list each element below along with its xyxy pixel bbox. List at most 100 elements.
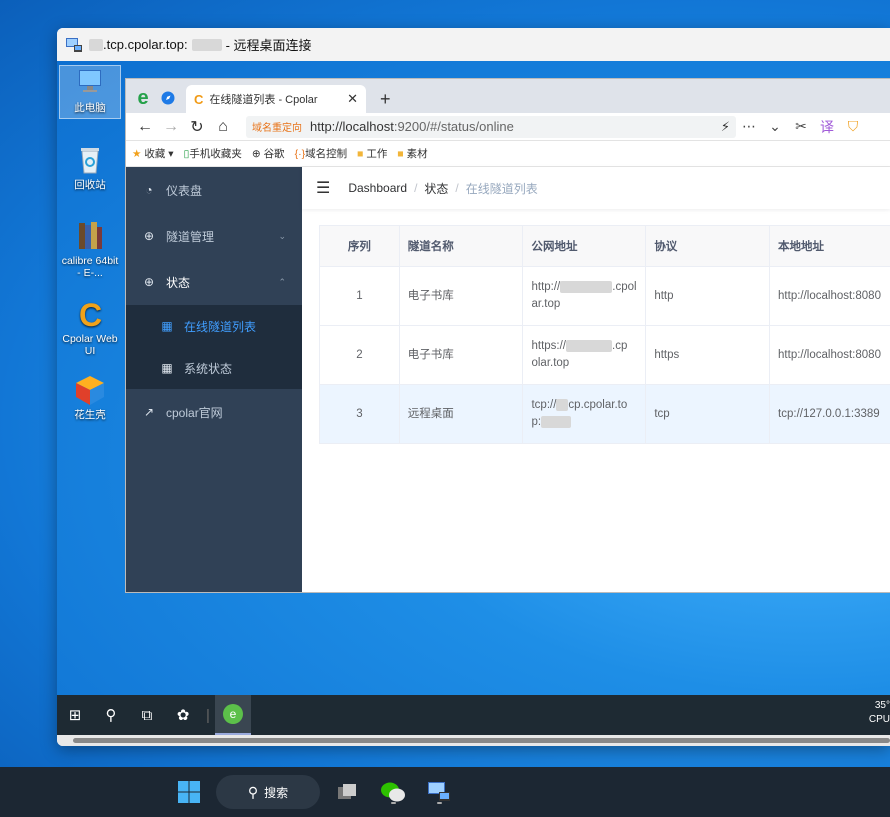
browser-logo-icon[interactable]: e xyxy=(130,83,156,113)
chevron-down-icon[interactable]: ⌄ xyxy=(762,118,788,135)
oray-cube-icon xyxy=(73,373,107,407)
computer-icon xyxy=(73,66,107,100)
plus-circle-icon: ⊕ xyxy=(143,275,155,289)
desktop-icon-label: 回收站 xyxy=(74,179,106,191)
app-swirl-icon[interactable]: ✿ xyxy=(165,695,201,735)
table-header: 本地地址 xyxy=(769,225,890,267)
sidebar-item-cpolar-site[interactable]: ↗ cpolar官网 xyxy=(126,389,302,435)
desktop-icon-cpolar[interactable]: C Cpolar Web UI xyxy=(59,297,121,357)
remote-desktop-taskbar-icon[interactable] xyxy=(422,775,456,809)
table-header: 协议 xyxy=(645,225,771,267)
cpolar-c-icon: C xyxy=(73,297,107,333)
remote-desktop-window[interactable]: .tcp.cpolar.top: - 远程桌面连接 此电脑 回收站 calibr… xyxy=(57,28,890,746)
cell-index: 1 xyxy=(319,266,400,326)
grid-icon: ▦ xyxy=(161,319,173,333)
scissors-icon[interactable]: ✂ xyxy=(788,118,814,135)
wechat-icon[interactable] xyxy=(376,775,410,809)
more-dots-icon[interactable]: ⋯ xyxy=(736,118,762,135)
desktop-icon-recycle-bin[interactable]: 回收站 xyxy=(59,143,121,191)
masked-text xyxy=(541,415,572,428)
lightning-icon[interactable]: ⚡ xyxy=(721,119,730,135)
back-arrow-icon[interactable]: ← xyxy=(132,118,158,136)
redirect-badge[interactable]: 域名重定向 xyxy=(252,119,302,134)
chevron-up-icon: ⌃ xyxy=(278,276,286,287)
search-icon: ⚲ xyxy=(247,783,259,800)
cell-public-url[interactable]: http://.cpol ar.top xyxy=(522,266,647,326)
rdp-title-bar[interactable]: .tcp.cpolar.top: - 远程桌面连接 xyxy=(57,28,890,61)
scrollbar-thumb[interactable] xyxy=(73,738,890,743)
bookmark-work[interactable]: ■ 工作 xyxy=(357,146,387,161)
shield-icon[interactable]: ⛉ xyxy=(840,118,866,135)
table-header: 序列 xyxy=(319,225,400,267)
translate-icon[interactable]: 译 xyxy=(814,117,840,137)
search-icon[interactable]: ⚲ xyxy=(93,695,129,735)
grid-icon: ▦ xyxy=(161,361,173,375)
desktop-icon-label: calibre 64bit - E-... xyxy=(61,255,119,279)
taskbar-divider: | xyxy=(206,706,210,724)
hamburger-icon[interactable]: ☰ xyxy=(316,178,330,198)
desktop-icon-label: Cpolar Web UI xyxy=(62,333,118,357)
desktop-icon-this-pc[interactable]: 此电脑 xyxy=(59,65,121,119)
folder-icon: ■ xyxy=(357,148,364,160)
cell-protocol: http xyxy=(645,266,771,326)
reload-icon[interactable]: ↻ xyxy=(184,117,210,137)
remote-desktop-icon xyxy=(66,37,82,52)
cell-index: 2 xyxy=(319,325,400,385)
rdp-title-suffix: - 远程桌面连接 xyxy=(225,38,312,53)
bookmark-google[interactable]: ⊕ 谷歌 xyxy=(252,146,285,161)
bookmark-domain[interactable]: {·}域名控制 xyxy=(295,146,348,161)
breadcrumb-current: 在线隧道列表 xyxy=(465,181,538,196)
bookmark-mobile[interactable]: ▯手机收藏夹 xyxy=(184,146,242,161)
url-input[interactable]: 域名重定向 http://localhost:9200/#/status/onl… xyxy=(246,115,736,138)
windows-start-icon[interactable]: ⊞ xyxy=(57,695,93,735)
browser-taskbar-icon[interactable]: e xyxy=(215,695,251,735)
cell-name: 电子书库 xyxy=(398,266,524,326)
taskbar-search-button[interactable]: ⚲ 搜索 xyxy=(216,775,320,809)
cell-local: http://localhost:8080 xyxy=(769,266,890,326)
task-view-icon[interactable] xyxy=(330,775,364,809)
table-row[interactable]: 3 远程桌面 tcp://cp.cpolar.to p: tcp tcp://12… xyxy=(319,384,890,444)
task-view-icon[interactable]: ⧉ xyxy=(129,695,165,735)
cell-local: http://localhost:8080 xyxy=(769,325,890,385)
masked-text xyxy=(191,38,222,51)
home-icon[interactable]: ⌂ xyxy=(210,118,236,136)
tunnels-table: 序列 隧道名称 公网地址 协议 本地地址 1 电子书库 http://.cpol… xyxy=(319,225,890,444)
breadcrumb-separator: / xyxy=(455,181,459,195)
windows-start-icon[interactable] xyxy=(172,775,206,809)
cpolar-tab-icon: C xyxy=(194,91,204,107)
desktop-icon-label: 花生壳 xyxy=(74,409,106,421)
bookmark-favorites[interactable]: ★ 收藏 ▾ xyxy=(132,146,174,161)
horizontal-scrollbar[interactable] xyxy=(57,735,890,746)
table-row[interactable]: 1 电子书库 http://.cpol ar.top http http://lo… xyxy=(319,266,890,326)
sidebar-item-dashboard[interactable]: ◔ 仪表盘 xyxy=(126,167,302,213)
svg-text:C: C xyxy=(79,297,102,331)
cell-public-url[interactable]: tcp://cp.cpolar.to p: xyxy=(522,384,647,444)
new-tab-button[interactable]: + xyxy=(380,85,391,113)
desktop-icon-calibre[interactable]: calibre 64bit - E-... xyxy=(59,219,121,279)
desktop-icon-oray[interactable]: 花生壳 xyxy=(59,373,121,421)
browser-tab-active[interactable]: C 在线隧道列表 - Cpolar ✕ xyxy=(186,85,366,113)
star-icon: ★ xyxy=(132,148,142,160)
remote-desktop-area: 此电脑 回收站 calibre 64bit - E-... C Cpolar W… xyxy=(57,61,890,735)
table-row[interactable]: 2 电子书库 https://.cp olar.top https http://… xyxy=(319,325,890,385)
compass-icon[interactable] xyxy=(156,83,180,113)
browser-window[interactable]: e C 在线隧道列表 - Cpolar ✕ + ← → ↻ ⌂ 域名重定向 ht… xyxy=(126,79,890,592)
breadcrumb-home[interactable]: Dashboard xyxy=(348,181,407,195)
bookmarks-bar: ★ 收藏 ▾ ▯手机收藏夹 ⊕ 谷歌 {·}域名控制 ■ 工作 ■ 素材 xyxy=(126,141,890,167)
sidebar-item-online-tunnels[interactable]: ▦ 在线隧道列表 xyxy=(126,305,302,347)
masked-text xyxy=(566,339,613,352)
desktop-icon-label: 此电脑 xyxy=(74,102,106,114)
running-indicator xyxy=(437,802,442,804)
remote-taskbar: ⊞ ⚲ ⧉ ✿ | e 35° CPU xyxy=(57,695,890,735)
sidebar-item-tunnels[interactable]: ⊕ 隧道管理 ⌄ xyxy=(126,213,302,259)
cell-protocol: https xyxy=(645,325,771,385)
app-sidebar: ◔ 仪表盘 ⊕ 隧道管理 ⌄ ⊕ 状态 ⌃ ▦ 在线隧道列表 ▦ 系统状态 ↗ cpolar官网 xyxy=(126,167,302,592)
cell-public-url[interactable]: https://.cp olar.top xyxy=(522,325,647,385)
close-tab-icon[interactable]: ✕ xyxy=(347,91,358,107)
tab-title: 在线隧道列表 - Cpolar xyxy=(209,94,318,106)
forward-arrow-icon[interactable]: → xyxy=(158,118,184,136)
search-label: 搜索 xyxy=(264,785,289,800)
sidebar-item-status[interactable]: ⊕ 状态 ⌃ xyxy=(126,259,302,305)
bookmark-material[interactable]: ■ 素材 xyxy=(397,146,427,161)
sidebar-item-system-status[interactable]: ▦ 系统状态 xyxy=(126,347,302,389)
